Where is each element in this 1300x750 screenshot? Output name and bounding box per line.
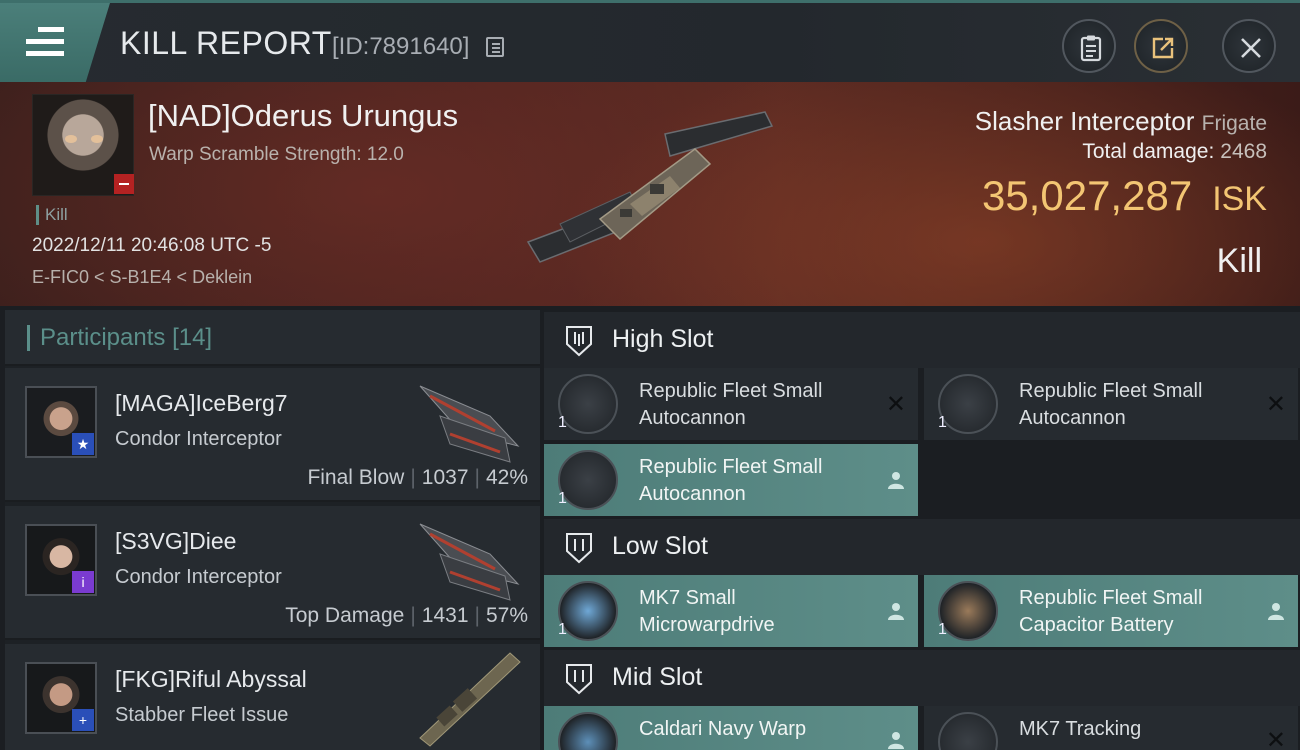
mid-slot-label: Mid Slot — [612, 663, 703, 691]
victim-ship[interactable]: Slasher Interceptor Frigate — [975, 106, 1267, 137]
module-item[interactable]: 1 MK7 Small Microwarpdrive — [544, 575, 918, 647]
top-bar: KILL REPORT [ID:7891640] — [0, 0, 1300, 82]
module-item[interactable]: MK7 Tracking ✕ — [924, 706, 1298, 750]
destroyed-icon: ✕ — [1265, 727, 1286, 750]
module-name: Republic Fleet Small Autocannon — [1019, 380, 1203, 429]
autocannon-icon — [558, 450, 618, 510]
participants-title: Participants [14] — [27, 325, 212, 351]
fitting-panel: High Slot 1 Republic Fleet Small Autocann… — [544, 310, 1300, 750]
participant-stats: Top Damage | 1431 | 57% — [285, 604, 528, 627]
victim-scramble: Warp Scramble Strength: 12.0 — [149, 144, 404, 165]
share-icon — [1152, 37, 1174, 59]
participant-ship: Condor Interceptor — [115, 566, 282, 588]
victim-ship-name: Slasher Interceptor — [974, 106, 1195, 136]
isk-amount: 35,027,287 — [981, 172, 1193, 219]
participant-name: [FKG]Riful Abyssal — [115, 666, 307, 692]
participant-row[interactable]: ★ [MAGA]IceBerg7 Condor Interceptor Fina… — [5, 368, 540, 502]
participant-name: [MAGA]IceBerg7 — [115, 390, 288, 416]
total-damage-label: Total damage: — [1082, 140, 1215, 163]
participant-ship-image — [419, 652, 521, 747]
isk-unit: ISK — [1212, 180, 1267, 218]
participant-row[interactable]: i [S3VG]Diee Condor Interceptor Top Dama… — [5, 506, 540, 640]
module-qty: 1 — [558, 621, 567, 638]
person-icon — [888, 472, 904, 489]
share-button[interactable] — [1134, 19, 1188, 73]
kill-result: Kill — [1216, 242, 1262, 280]
module-name: Republic Fleet Small Autocannon — [639, 456, 823, 505]
module-qty: 1 — [938, 414, 947, 431]
victim-name[interactable]: [NAD]Oderus Urungus — [148, 98, 458, 134]
tracking-module-icon — [938, 712, 998, 750]
destroyed-icon: ✕ — [885, 391, 906, 418]
participants-count: [14] — [172, 324, 213, 351]
info-icon: i — [72, 571, 94, 593]
module-name: Republic Fleet Small Capacitor Battery — [1019, 587, 1203, 636]
module-qty: 1 — [938, 621, 947, 638]
low-slot-label: Low Slot — [612, 532, 708, 560]
victim-ship-image — [526, 111, 774, 263]
module-item[interactable]: Caldari Navy Warp — [544, 706, 918, 750]
person-icon — [1268, 603, 1284, 620]
clipboard-button[interactable] — [1062, 19, 1116, 73]
module-name: Republic Fleet Small Autocannon — [639, 380, 823, 429]
person-icon — [888, 732, 904, 749]
warp-module-icon — [558, 712, 618, 750]
autocannon-icon — [938, 374, 998, 434]
module-item[interactable]: 1 Republic Fleet Small Capacitor Battery — [924, 575, 1298, 647]
mid-slot-header: Mid Slot — [544, 650, 1300, 706]
high-slot-icon — [566, 326, 592, 357]
module-name: MK7 Tracking — [1019, 718, 1142, 740]
module-name: Caldari Navy Warp — [639, 718, 807, 740]
high-slot-header: High Slot — [544, 312, 1300, 368]
module-item[interactable]: 1 Republic Fleet Small Autocannon ✕ — [924, 368, 1298, 440]
total-damage: Total damage: 2468 — [1082, 140, 1267, 164]
high-slot-label: High Slot — [612, 325, 714, 353]
participant-ship: Stabber Fleet Issue — [115, 704, 289, 726]
low-slot-icon — [566, 533, 592, 564]
participant-ship-image — [419, 523, 520, 601]
module-name: MK7 Small Microwarpdrive — [639, 587, 775, 636]
star-icon: ★ — [72, 433, 94, 455]
hamburger-icon — [26, 27, 64, 57]
capacitor-battery-icon — [938, 581, 998, 641]
microwarpdrive-icon — [558, 581, 618, 641]
mid-slot-icon — [566, 664, 592, 695]
autocannon-icon — [558, 374, 618, 434]
kill-datetime: 2022/12/11 20:46:08 UTC -5 — [32, 235, 272, 256]
participant-ship: Condor Interceptor — [115, 428, 282, 450]
menu-button[interactable] — [0, 3, 110, 82]
close-icon — [1241, 38, 1261, 58]
page-title: KILL REPORT — [120, 25, 332, 61]
victim-ship-class: Frigate — [1201, 112, 1267, 135]
plus-icon: + — [72, 709, 94, 731]
close-button[interactable] — [1222, 19, 1276, 73]
copy-id-icon[interactable] — [486, 37, 504, 57]
participants-header: Participants [14] — [5, 310, 540, 366]
participant-name: [S3VG]Diee — [115, 528, 237, 554]
kill-location[interactable]: E-FIC0 < S-B1E4 < Deklein — [32, 267, 252, 288]
module-item[interactable]: 1 Republic Fleet Small Autocannon ✕ — [544, 368, 918, 440]
participant-row[interactable]: + [FKG]Riful Abyssal Stabber Fleet Issue — [5, 644, 540, 750]
module-qty: 1 — [558, 490, 567, 507]
module-item[interactable]: 1 Republic Fleet Small Autocannon — [544, 444, 918, 516]
kill-tag: Kill — [36, 205, 68, 225]
module-qty: 1 — [558, 414, 567, 431]
kill-banner: [NAD]Oderus Urungus Warp Scramble Streng… — [0, 82, 1300, 306]
person-icon — [888, 603, 904, 620]
report-id: [ID:7891640] — [332, 33, 470, 60]
participants-panel: Participants [14] ★ [MAGA]IceBerg7 Condo… — [5, 310, 540, 750]
participant-ship-image — [419, 385, 520, 463]
participant-stats: Final Blow | 1037 | 42% — [307, 466, 528, 489]
destroyed-icon: ✕ — [1265, 391, 1286, 418]
low-slot-header: Low Slot — [544, 519, 1300, 575]
clipboard-icon — [1080, 35, 1102, 62]
total-damage-value: 2468 — [1220, 140, 1267, 163]
isk-value: 35,027,287 ISK — [982, 172, 1267, 220]
corp-minus-badge — [114, 174, 134, 194]
